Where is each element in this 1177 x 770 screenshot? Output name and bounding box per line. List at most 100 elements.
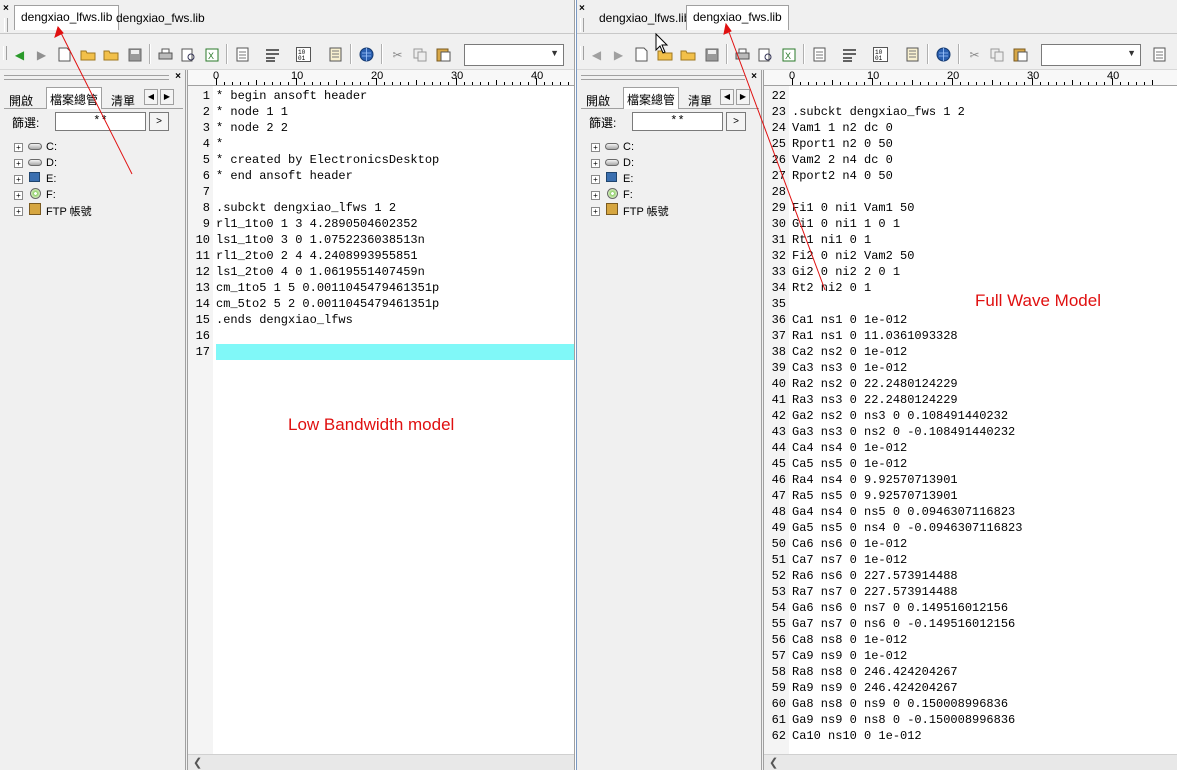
toolbar-combo[interactable]: ▼ [464,44,564,66]
editor-line[interactable]: 24 Vam1 1 n2 dc 0 [764,120,1177,136]
editor-line[interactable]: 2 * node 1 1 [188,104,574,120]
editor-line[interactable]: 8 .subckt dengxiao_lfws 1 2 [188,200,574,216]
close-panel-icon[interactable]: × [175,71,181,82]
editor-line[interactable]: 16 [188,328,574,344]
editor-line[interactable]: 45 Ca5 ns5 0 1e-012 [764,456,1177,472]
editor-line[interactable]: 42 Ga2 ns2 0 ns3 0 0.108491440232 [764,408,1177,424]
editor-line[interactable]: 11 rl1_2to0 2 4 4.2408993955851 [188,248,574,264]
editor-line[interactable]: 22 [764,88,1177,104]
editor-line[interactable]: 23 .subckt dengxiao_fws 1 2 [764,104,1177,120]
tab-file-explorer[interactable]: 檔案總管 [623,87,680,109]
tree-item-e[interactable]: + E: [14,171,56,187]
document-icon[interactable] [904,46,921,63]
horizontal-scrollbar[interactable]: ❮ [188,754,574,770]
expand-icon[interactable]: + [14,190,23,200]
editor-line[interactable]: 36 Ca1 ns1 0 1e-012 [764,312,1177,328]
filter-input[interactable]: ** [632,112,723,131]
expand-icon[interactable]: + [591,142,600,152]
editor-line[interactable]: 50 Ca6 ns6 0 1e-012 [764,536,1177,552]
editor-line[interactable]: 51 Ca7 ns7 0 1e-012 [764,552,1177,568]
scroll-left-icon[interactable]: ❮ [769,756,778,769]
cut-icon[interactable]: ✂ [389,46,406,63]
open-folder-alt-icon[interactable] [679,46,696,63]
tab-dengxiao-lfws[interactable]: dengxiao_lfws.lib [593,7,696,29]
editor-line[interactable]: 15 .ends dengxiao_lfws [188,312,574,328]
editor-line[interactable]: 25 Rport1 n2 0 50 [764,136,1177,152]
document-icon[interactable] [327,46,344,63]
open-folder-alt-icon[interactable] [102,46,119,63]
editor-line[interactable]: 46 Ra4 ns4 0 9.92570713901 [764,472,1177,488]
tab-scroll-left-icon[interactable]: ◀ [144,89,158,105]
toolbar-combo[interactable]: ▼ [1041,44,1141,66]
excel-icon[interactable]: X [780,46,797,63]
scroll-left-icon[interactable]: ❮ [193,756,202,769]
editor-line[interactable]: 53 Ra7 ns7 0 227.573914488 [764,584,1177,600]
editor-line[interactable]: 41 Ra3 ns3 0 22.2480124229 [764,392,1177,408]
editor-line[interactable]: 12 ls1_2to0 4 0 1.0619551407459n [188,264,574,280]
tree-item-ftp[interactable]: + FTP 帳號 [591,203,669,219]
editor-line[interactable]: 61 Ga9 ns9 0 ns8 0 -0.150008996836 [764,712,1177,728]
tab-dengxiao-fws[interactable]: dengxiao_fws.lib [686,5,789,30]
forward-arrow-icon[interactable]: ▶ [33,46,50,63]
print-icon[interactable] [157,46,174,63]
editor-line[interactable]: 49 Ga5 ns5 0 ns4 0 -0.0946307116823 [764,520,1177,536]
new-file-icon[interactable] [56,46,73,63]
page-icon[interactable] [1151,46,1168,63]
editor-line[interactable]: 30 Gi1 0 ni1 1 0 1 [764,216,1177,232]
editor-line[interactable]: 27 Rport2 n4 0 50 [764,168,1177,184]
print-preview-icon[interactable] [757,46,774,63]
editor-line[interactable]: 28 [764,184,1177,200]
paste-icon[interactable] [435,46,452,63]
editor-line[interactable]: 7 [188,184,574,200]
back-arrow-icon[interactable]: ◀ [588,46,605,63]
editor-line[interactable]: 29 Fi1 0 ni1 Vam1 50 [764,200,1177,216]
editor-line[interactable]: 62 Ca10 ns10 0 1e-012 [764,728,1177,744]
tab-file-explorer[interactable]: 檔案總管 [46,87,103,109]
editor-line[interactable]: 48 Ga4 ns4 0 ns5 0 0.0946307116823 [764,504,1177,520]
tree-item-f[interactable]: + F: [14,187,56,203]
expand-icon[interactable]: + [591,206,600,216]
globe-icon[interactable] [358,46,375,63]
editor-line[interactable]: 39 Ca3 ns3 0 1e-012 [764,360,1177,376]
editor-line[interactable]: 9 rl1_1to0 1 3 4.2890504602352 [188,216,574,232]
filter-input[interactable]: ** [55,112,146,131]
tab-list[interactable]: 清單 [685,90,715,109]
copy-icon[interactable] [989,46,1006,63]
editor-line[interactable]: 5 * created by ElectronicsDesktop [188,152,574,168]
editor-line[interactable]: 34 Rt2 ni2 0 1 [764,280,1177,296]
binary-icon[interactable]: 10 01 [872,46,889,63]
editor-line[interactable]: 47 Ra5 ns5 0 9.92570713901 [764,488,1177,504]
tab-open[interactable]: 開啟 [583,90,613,109]
editor-line[interactable]: 52 Ra6 ns6 0 227.573914488 [764,568,1177,584]
wrap-icon[interactable] [264,46,281,63]
editor-line[interactable]: 33 Gi2 0 ni2 2 0 1 [764,264,1177,280]
expand-icon[interactable]: + [591,190,600,200]
expand-icon[interactable]: + [14,142,23,152]
expand-icon[interactable]: + [14,158,23,168]
expand-icon[interactable]: + [591,174,600,184]
save-icon[interactable] [703,46,720,63]
editor-line[interactable]: 6 * end ansoft header [188,168,574,184]
expand-icon[interactable]: + [591,158,600,168]
tree-item-c[interactable]: + C: [14,139,57,155]
page-icon[interactable] [234,46,251,63]
editor-lines[interactable]: 22 23 .subckt dengxiao_fws 1 2 24 Vam1 1 n2 … [764,86,1177,754]
editor-line[interactable]: 4 * [188,136,574,152]
editor-line[interactable]: 44 Ca4 ns4 0 1e-012 [764,440,1177,456]
expand-icon[interactable]: + [14,206,23,216]
editor-line[interactable]: 26 Vam2 2 n4 dc 0 [764,152,1177,168]
editor-line[interactable]: 35 [764,296,1177,312]
expand-icon[interactable]: + [14,174,23,184]
tab-dengxiao-lfws[interactable]: dengxiao_lfws.lib [14,5,120,30]
back-arrow-icon[interactable]: ◀ [11,46,28,63]
tree-item-ftp[interactable]: + FTP 帳號 [14,203,92,219]
filter-go-button[interactable]: > [726,112,746,131]
tree-item-d[interactable]: + D: [14,155,57,171]
print-preview-icon[interactable] [180,46,197,63]
tree-item-d[interactable]: + D: [591,155,634,171]
editor-line[interactable]: 31 Rt1 ni1 0 1 [764,232,1177,248]
editor-line[interactable]: 55 Ga7 ns7 0 ns6 0 -0.149516012156 [764,616,1177,632]
editor-line[interactable]: 17 [188,344,574,360]
close-document-icon[interactable]: × [579,3,585,14]
editor-line[interactable]: 40 Ra2 ns2 0 22.2480124229 [764,376,1177,392]
